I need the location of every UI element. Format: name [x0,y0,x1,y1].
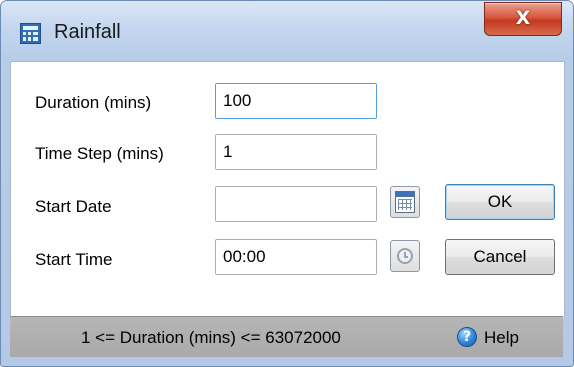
status-bar: 1 <= Duration (mins) <= 63072000 ? Help [10,316,563,357]
calculator-grid-icon [20,23,41,44]
title-bar[interactable]: Rainfall X [1,1,573,61]
help-link[interactable]: Help [484,328,519,348]
time-step-label: Time Step (mins) [35,144,164,163]
duration-input[interactable]: 100 [215,83,377,119]
rainfall-dialog: Rainfall X Duration (mins) 100 Time Step… [0,0,574,367]
duration-label: Duration (mins) [35,93,152,112]
ok-button[interactable]: OK [445,184,555,220]
close-button[interactable]: X [484,2,562,36]
clock-icon [397,248,413,264]
time-step-input[interactable]: 1 [215,134,377,170]
start-time-picker-button[interactable] [390,240,420,272]
start-date-picker-button[interactable] [390,186,420,218]
start-time-input[interactable]: 00:00 [215,239,377,275]
status-message: 1 <= Duration (mins) <= 63072000 [81,328,341,347]
start-date-label: Start Date [35,197,112,216]
help-icon[interactable]: ? [457,327,477,347]
start-date-input[interactable] [215,186,377,222]
cancel-button[interactable]: Cancel [445,239,555,275]
close-icon: X [515,7,531,29]
start-time-label: Start Time [35,250,113,269]
dialog-body: Duration (mins) 100 Time Step (mins) 1 S… [10,61,565,317]
calendar-icon [395,191,415,213]
window-title: Rainfall [54,21,121,43]
